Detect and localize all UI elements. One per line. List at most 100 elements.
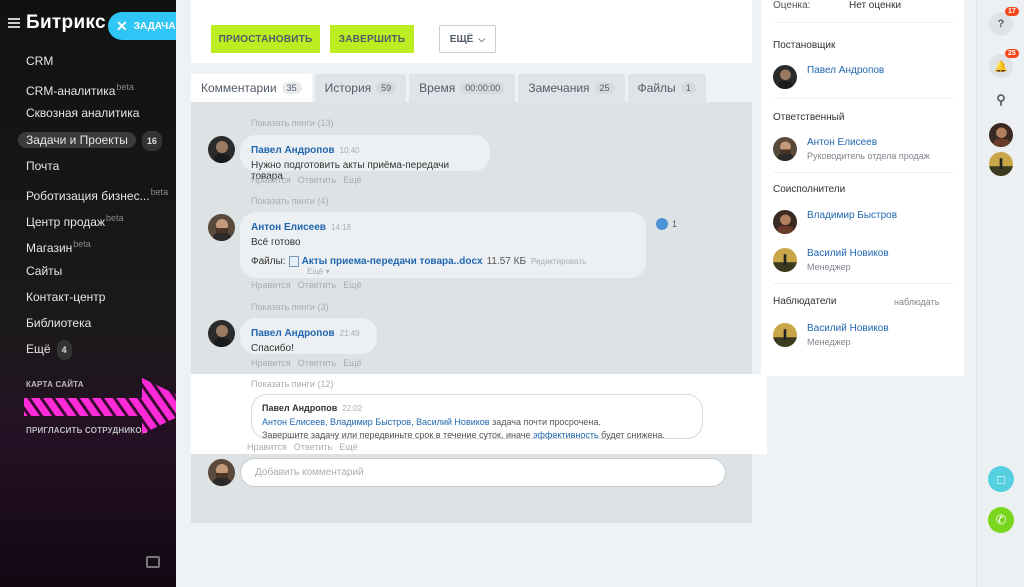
close-task-button[interactable]: ✕ ЗАДАЧА: [108, 12, 178, 40]
comment-author[interactable]: Павел Андропов: [251, 145, 335, 156]
comment-actions: Нравится Ответить Ещё: [251, 175, 369, 185]
creator-name[interactable]: Павел Андропов: [807, 65, 884, 76]
recent-chat-avatar[interactable]: [989, 123, 1013, 147]
divider: [773, 172, 953, 173]
open-lines-button[interactable]: □: [988, 466, 1014, 492]
avatar: [773, 210, 797, 234]
reply-link[interactable]: Ответить: [298, 280, 336, 290]
pause-button[interactable]: ПРИОСТАНОВИТЬ: [211, 25, 320, 53]
notifications-button[interactable]: 🔔 25: [989, 49, 1019, 78]
like-counter[interactable]: 1: [656, 218, 677, 230]
sidebar-item-label: Задачи и Проекты: [18, 131, 136, 148]
sidebar-item-sales-center[interactable]: Центр продажbeta: [26, 209, 176, 235]
show-pings-link[interactable]: Показать пинги (12): [251, 379, 333, 389]
finish-button[interactable]: ЗАВЕРШИТЬ: [330, 25, 414, 53]
coexecutor-name[interactable]: Владимир Быстров: [807, 210, 897, 221]
beta-tag: beta: [73, 239, 91, 250]
tab-files[interactable]: Файлы 1: [627, 74, 706, 102]
sidebar-item-mail[interactable]: Почта: [26, 157, 176, 183]
comment-text: Спасибо!: [251, 343, 294, 354]
help-badge: 17: [1005, 7, 1019, 16]
mentioned-users[interactable]: Антон Елисеев, Владимир Быстров, Василий…: [262, 417, 490, 427]
printer-icon[interactable]: [146, 556, 160, 568]
add-comment-input[interactable]: Добавить комментарий: [240, 458, 726, 487]
comment-author[interactable]: Антон Елисеев: [251, 222, 326, 233]
show-pings-link[interactable]: Показать пинги (3): [251, 302, 328, 312]
more-link[interactable]: Ещё: [343, 358, 361, 368]
sidebar-nav: CRM CRM-аналитикаbeta Сквозная аналитика…: [18, 52, 176, 366]
phone-icon: ✆: [995, 512, 1007, 527]
file-more-dropdown[interactable]: Ещё ▾: [307, 267, 635, 276]
like-link[interactable]: Нравится: [251, 280, 291, 290]
tab-label: Время: [419, 81, 456, 95]
notifications-badge: 25: [1005, 49, 1019, 58]
close-icon: ✕: [116, 17, 128, 34]
files-label: Файлы:: [251, 256, 286, 267]
creator-person[interactable]: Павел Андропов: [773, 65, 884, 89]
task-tabs: Комментарии 35 История 59 Время 00:00:00 За…: [191, 74, 709, 102]
sidebar-item-contact-center[interactable]: Контакт-центр: [26, 288, 176, 314]
coexecutor-person[interactable]: Василий Новиков Менеджер: [773, 248, 889, 272]
file-edit-link[interactable]: Редактировать: [531, 257, 586, 266]
sidebar-item-robotization[interactable]: Роботизация бизнес...beta: [26, 183, 176, 209]
tab-comments[interactable]: Комментарии 35: [191, 74, 312, 102]
show-pings-link[interactable]: Показать пинги (4): [251, 196, 328, 206]
more-actions-button[interactable]: ЕЩЁ ⌵: [439, 25, 496, 53]
tab-remarks[interactable]: Замечания 25: [518, 74, 625, 102]
sidebar-item-library[interactable]: Библиотека: [26, 314, 176, 340]
like-link[interactable]: Нравится: [247, 442, 287, 452]
sidebar-item-tasks[interactable]: Задачи и Проекты 16: [18, 130, 176, 157]
watcher-person[interactable]: Василий Новиков Менеджер: [773, 323, 889, 347]
like-link[interactable]: Нравится: [251, 175, 291, 185]
comment-time: 21:49: [339, 329, 360, 338]
file-link[interactable]: Акты приема-передачи товара..docx: [302, 256, 483, 267]
call-button[interactable]: ✆: [988, 507, 1014, 533]
avatar: [773, 323, 797, 347]
more-link[interactable]: Ещё: [343, 175, 361, 185]
rating-value[interactable]: Нет оценки: [849, 0, 901, 11]
sidebar-item-sites[interactable]: Сайты: [26, 262, 176, 288]
coexecutor-name[interactable]: Василий Новиков: [807, 248, 889, 259]
watcher-role: Менеджер: [807, 337, 851, 347]
divider: [773, 22, 953, 23]
tab-counter: 00:00:00: [460, 82, 506, 94]
task-page: Битрикс 24 ✕ ЗАДАЧА CRM CRM-аналитикаbet…: [0, 0, 1024, 587]
more-link[interactable]: Ещё: [339, 442, 357, 452]
sidebar-item-shop[interactable]: Магазинbeta: [26, 235, 176, 261]
watcher-name[interactable]: Василий Новиков: [807, 323, 889, 334]
user-photo-icon: [208, 214, 235, 241]
responsible-person[interactable]: Антон Елисеев Руководитель отдела продаж: [773, 137, 930, 161]
menu-burger-icon[interactable]: [8, 18, 20, 28]
system-author[interactable]: Павел Андропов: [262, 403, 337, 413]
efficiency-link[interactable]: эффективность: [533, 430, 599, 440]
help-button[interactable]: ? 17: [989, 7, 1019, 36]
search-button[interactable]: ⚲: [989, 88, 1013, 112]
avatar[interactable]: [208, 214, 235, 241]
show-pings-link[interactable]: Показать пинги (13): [251, 118, 333, 128]
tab-history[interactable]: История 59: [314, 74, 407, 102]
avatar[interactable]: [208, 136, 235, 163]
reply-link[interactable]: Ответить: [298, 358, 336, 368]
coexecutor-person[interactable]: Владимир Быстров: [773, 210, 897, 234]
avatar[interactable]: [208, 320, 235, 347]
sidebar-item-e2e-analytics[interactable]: Сквозная аналитика: [26, 104, 176, 130]
document-icon: [288, 256, 299, 267]
watch-link[interactable]: наблюдать: [894, 297, 939, 307]
sidebar-item-crm-analytics[interactable]: CRM-аналитикаbeta: [26, 78, 176, 104]
more-actions-label: ЕЩЁ: [449, 33, 474, 45]
comment-author[interactable]: Павел Андропов: [251, 328, 335, 339]
tab-counter: 35: [281, 82, 302, 94]
file-size: 11.57 КБ: [486, 256, 527, 267]
responsible-name[interactable]: Антон Елисеев: [807, 137, 930, 148]
reply-link[interactable]: Ответить: [294, 442, 332, 452]
recent-chat-avatar[interactable]: [989, 152, 1013, 176]
more-link[interactable]: Ещё: [343, 280, 361, 290]
chevron-down-icon: ▾: [325, 267, 330, 276]
tab-time[interactable]: Время 00:00:00: [409, 74, 516, 102]
sidebar-item-more[interactable]: Ещё 4: [26, 340, 176, 366]
system-comment-bubble: Павел Андропов 22:02 Антон Елисеев, Влади…: [251, 394, 703, 440]
like-link[interactable]: Нравится: [251, 358, 291, 368]
sidebar-item-crm[interactable]: CRM: [26, 52, 176, 78]
user-photo-icon: [773, 137, 797, 161]
reply-link[interactable]: Ответить: [298, 175, 336, 185]
